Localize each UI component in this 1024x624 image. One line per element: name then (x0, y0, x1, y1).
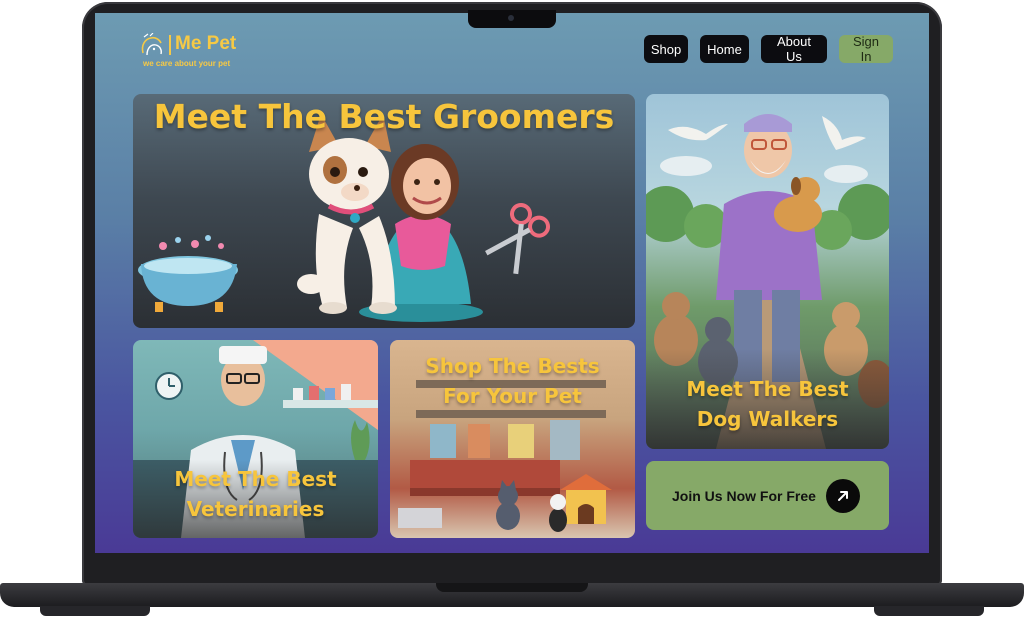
nav-about-us[interactable]: About Us (761, 34, 827, 64)
walkers-title-line-2: Dog Walkers (696, 407, 839, 431)
small-dog-figure (774, 177, 822, 232)
vets-title-line-1: Meet The Best (174, 467, 337, 491)
groomers-title: Meet The Best Groomers (153, 97, 615, 136)
shop-title-line-2: For Your Pet (443, 384, 582, 408)
bathtub-icon (138, 235, 238, 312)
puppy-figure (297, 114, 397, 314)
camera-icon (508, 15, 514, 21)
vets-title-line-2: Veterinaries (186, 497, 325, 521)
puppy-figure (549, 494, 567, 532)
dog-house-icon (560, 474, 612, 524)
laptop-foot-right (874, 606, 984, 616)
join-free-label: Join Us Now For Free (672, 487, 816, 504)
shop-title-line-1: Shop The Bests (425, 354, 600, 378)
brand-logo[interactable]: Me Pet we care about your pet (139, 33, 269, 73)
website-screen: Me Pet we care about your pet Shop Home … (95, 13, 929, 553)
dog-walkers-card[interactable]: Meet The Best Dog Walkers (646, 94, 889, 449)
pet-logo-icon (141, 33, 162, 56)
arrow-up-right-icon (825, 478, 860, 513)
laptop-groove (436, 583, 588, 592)
brand-tagline: we care about your pet (143, 59, 231, 68)
bird-icon (822, 116, 866, 150)
groomers-card[interactable]: Meet The Best Groomers (133, 94, 635, 328)
scissors-icon (485, 203, 551, 275)
veterinaries-card[interactable]: Meet The Best Veterinaries (133, 340, 378, 538)
join-free-button[interactable]: Join Us Now For Free (646, 461, 889, 530)
bird-icon (668, 124, 728, 141)
plant-icon (351, 420, 370, 460)
logo-divider (169, 35, 171, 55)
laptop-base (0, 583, 1024, 607)
top-nav: Shop Home About Us Sign In (644, 34, 893, 64)
shop-card[interactable]: Shop The Bests For Your Pet (390, 340, 635, 538)
nav-home[interactable]: Home (700, 35, 749, 63)
walkers-title-line-1: Meet The Best (686, 377, 849, 401)
brand-name: Me Pet (175, 33, 237, 54)
sign-in-button[interactable]: Sign In (839, 34, 893, 64)
nav-shop[interactable]: Shop (644, 35, 688, 63)
laptop-foot-left (40, 606, 150, 616)
camera-notch (468, 10, 556, 28)
